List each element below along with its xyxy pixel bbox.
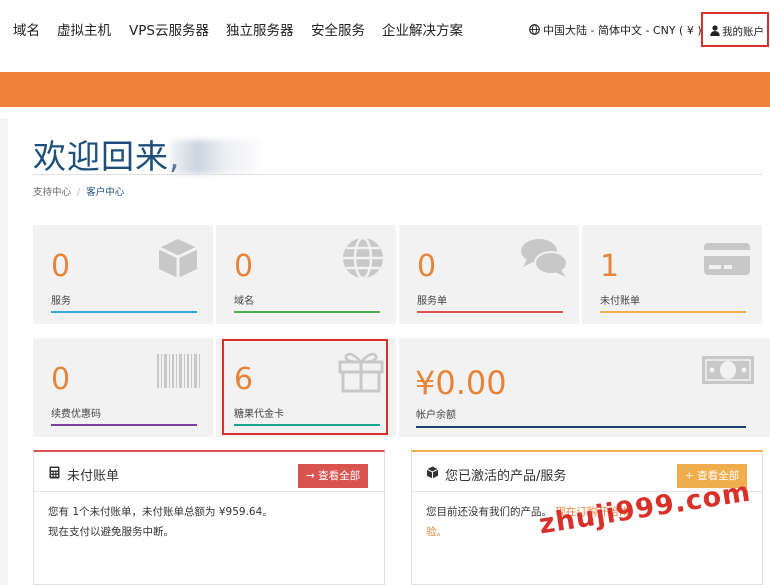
tile-tickets[interactable]: 0 服务单 <box>399 225 579 324</box>
tile-label: 未付账单 <box>600 296 640 307</box>
tile-value: 0 <box>51 362 71 397</box>
invoice-hint-text: 现在支付以避免服务中断。 <box>48 526 174 538</box>
breadcrumb-client-area: 客户中心 <box>86 187 125 198</box>
tile-domains[interactable]: 0 域名 <box>216 225 396 324</box>
locale-selector[interactable]: 中国大陆 - 简体中文 - CNY ( ¥ ) <box>529 22 702 38</box>
orange-banner <box>0 72 770 107</box>
account-balance-value: ¥0.00 <box>415 364 507 402</box>
credit-card-icon <box>704 243 750 275</box>
panel-unpaid-invoices: 未付账单 → 查看全部 您有 1个未付账单，未付账单总额为 ¥959.64。 现… <box>33 450 385 585</box>
nav-vps[interactable]: VPS云服务器 <box>129 19 209 39</box>
tile-services[interactable]: 0 服务 <box>33 225 213 324</box>
tile-label: 服务单 <box>417 296 447 307</box>
no-products-message: 您目前还没有我们的产品。 <box>426 506 552 518</box>
nav-enterprise[interactable]: 企业解决方案 <box>382 19 463 39</box>
tile-underline <box>51 424 197 426</box>
view-all-invoices-button[interactable]: → 查看全部 <box>298 464 369 488</box>
tile-value: 0 <box>51 249 71 284</box>
breadcrumb: 支持中心 / 客户中心 <box>33 187 125 198</box>
tile-underline <box>417 311 563 313</box>
blurred-username <box>170 140 262 174</box>
panel-title: 未付账单 <box>67 469 120 484</box>
my-account-button[interactable]: 我的账户 <box>701 12 769 47</box>
nav-virtual-host[interactable]: 虚拟主机 <box>57 19 111 39</box>
page-title: 欢迎回来, <box>33 137 181 176</box>
my-account-label: 我的账户 <box>722 26 764 38</box>
tile-label: 服务 <box>51 296 71 307</box>
globe-icon <box>343 236 383 280</box>
tile-value: 0 <box>234 249 254 284</box>
tile-unpaid-invoices[interactable]: 1 未付账单 <box>582 225 762 324</box>
tile-value: 0 <box>417 249 437 284</box>
panel-header: 未付账单 → 查看全部 <box>34 452 384 492</box>
barcode-icon <box>157 354 200 388</box>
money-icon <box>702 356 754 384</box>
nav-domain[interactable]: 域名 <box>13 19 40 39</box>
candy-voucher-highlight <box>222 339 388 435</box>
calculator-icon <box>49 466 60 479</box>
cube-icon <box>426 466 439 479</box>
tile-value: 1 <box>600 249 620 284</box>
tile-underline <box>600 311 746 313</box>
nav-security[interactable]: 安全服务 <box>311 19 365 39</box>
globe-icon <box>529 24 540 35</box>
breadcrumb-support[interactable]: 支持中心 <box>33 187 71 198</box>
tile-renewal-coupons[interactable]: 0 续费优惠码 <box>33 338 213 437</box>
locale-text: 中国大陆 - 简体中文 - CNY ( ¥ ) <box>543 24 702 37</box>
account-balance-underline <box>416 426 746 428</box>
account-balance-label: 帐户余额 <box>416 410 456 421</box>
cube-icon <box>158 239 198 278</box>
order-now-link-continued[interactable]: 验。 <box>426 524 447 539</box>
tile-label: 域名 <box>234 296 254 307</box>
top-navigation: 域名 虚拟主机 VPS云服务器 独立服务器 安全服务 企业解决方案 中国大陆 -… <box>0 0 770 56</box>
invoice-summary-text: 您有 1个未付账单，未付账单总额为 ¥959.64。 <box>48 506 273 518</box>
user-icon <box>710 25 720 36</box>
tile-underline <box>51 311 197 313</box>
chat-icon <box>521 239 568 277</box>
tile-label: 续费优惠码 <box>51 409 101 420</box>
tile-underline <box>234 311 380 313</box>
left-strip <box>0 118 8 585</box>
panel-title: 您已激活的产品/服务 <box>445 469 567 484</box>
nav-dedicated-server[interactable]: 独立服务器 <box>226 19 294 39</box>
header-divider <box>33 174 763 175</box>
